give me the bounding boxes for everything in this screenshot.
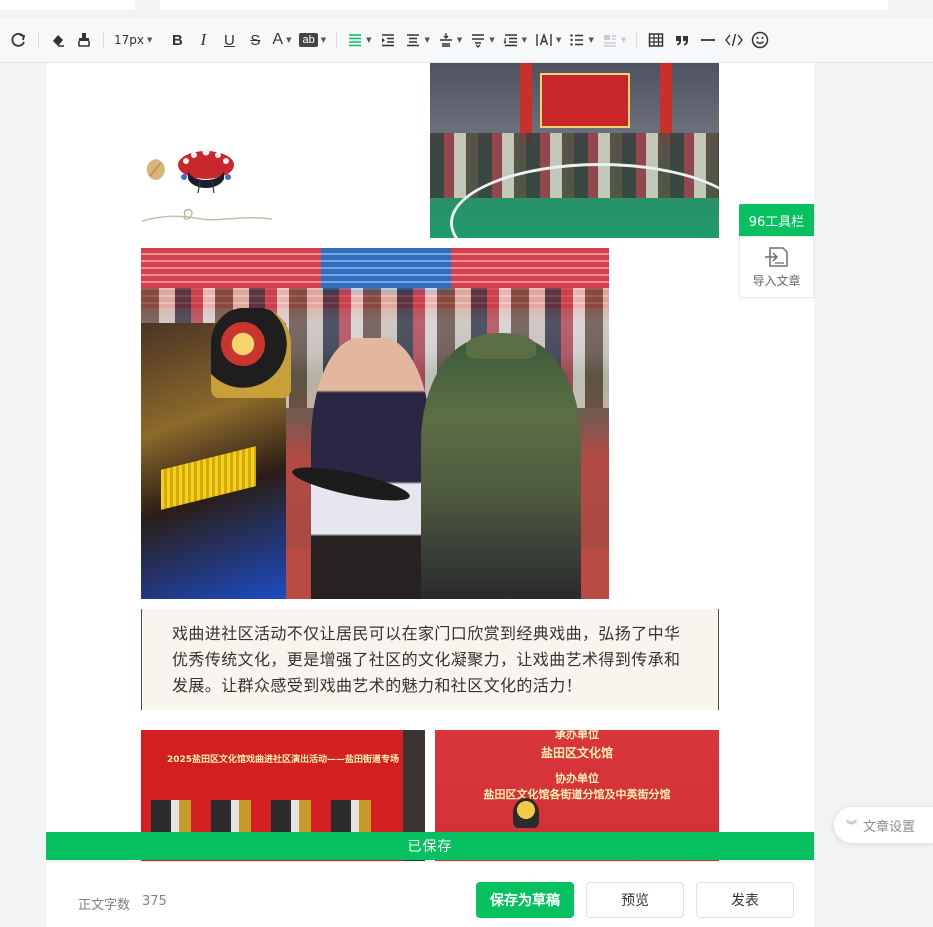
clear-format-icon[interactable] — [47, 27, 69, 53]
editor-footer: 正文字数 375 保存为草稿 预览 发表 — [46, 861, 814, 927]
army-cap — [466, 333, 536, 359]
font-color-dropdown[interactable]: A ▼ — [270, 27, 293, 53]
opera-mask-decoration-icon — [141, 148, 273, 222]
banner-line: 协办单位 — [555, 772, 599, 785]
font-size-dropdown[interactable]: 17px ▼ — [112, 27, 154, 53]
banner-line: 盐田区文化馆各街道分馆及中英街分馆 — [483, 788, 671, 801]
chevron-down-icon: ▼ — [489, 36, 495, 44]
top-tab-strip — [0, 0, 933, 18]
chevron-down-icon: ▼ — [456, 36, 463, 44]
underline-button[interactable]: U — [218, 27, 240, 53]
stage-backdrop — [540, 73, 630, 128]
publish-button[interactable]: 发表 — [696, 882, 794, 918]
banner-line: 盐田区文化馆 — [540, 746, 613, 760]
redo-icon[interactable] — [8, 27, 30, 53]
indent-icon[interactable] — [377, 27, 399, 53]
toolbar-divider — [636, 31, 638, 49]
divider-icon[interactable] — [697, 27, 719, 53]
list-dropdown[interactable]: ▼ — [567, 27, 595, 53]
align-dropdown[interactable]: ▼ — [345, 27, 373, 53]
import-article-button[interactable]: 导入文章 — [739, 236, 814, 298]
align-center-icon — [407, 34, 420, 47]
article-photo-performance-stage[interactable] — [430, 63, 719, 238]
format-painter-icon[interactable] — [73, 27, 95, 53]
quote-text: 戏曲进社区活动不仅让居民可以在家门口欣赏到经典戏曲，弘扬了中华优秀传统文化，更是… — [172, 624, 681, 695]
letter-spacing-dropdown[interactable]: ▼ — [533, 27, 563, 53]
stage-pillar — [520, 63, 532, 143]
article-settings-label: 文章设置 — [863, 819, 916, 835]
banner-title: 2025盐田区文化馆戏曲进社区演出活动——盐田街道专场 — [166, 755, 400, 765]
chevron-down-icon: ▼ — [147, 36, 153, 44]
save-draft-button[interactable]: 保存为草稿 — [476, 882, 574, 918]
vertical-align-icon — [439, 33, 452, 47]
opera-headdress — [211, 308, 291, 398]
editor-canvas[interactable]: 戏曲进社区活动不仅让居民可以在家门口欣赏到经典戏曲，弘扬了中华优秀传统文化，更是… — [46, 63, 814, 927]
background-color-icon: ab — [299, 33, 318, 47]
performer-crown — [513, 798, 539, 828]
chevron-down-icon: ▼ — [286, 36, 292, 44]
align-left-icon — [349, 34, 362, 47]
stage-pillar — [660, 63, 672, 143]
import-article-label: 导入文章 — [752, 273, 801, 288]
image-layout-dropdown: ▼ — [600, 27, 628, 53]
top-title-area — [160, 0, 888, 10]
article-photo-performer-with-residents[interactable] — [141, 248, 609, 599]
editor-toolbar: 17px ▼ B I U S A ▼ ab ▼ ▼ ▼ ▼ ▼ ▼ ▼ ▼ ▼ — [0, 18, 933, 63]
elderly-man — [421, 338, 581, 599]
top-tab-left — [0, 0, 135, 10]
import-document-icon — [764, 246, 788, 267]
chevron-down-icon: ▼ — [521, 36, 528, 44]
stadium-seats-blue — [321, 248, 451, 293]
paragraph-spacing-dropdown[interactable]: ▼ — [501, 27, 529, 53]
strikethrough-button[interactable]: S — [244, 27, 266, 53]
background-color-dropdown[interactable]: ab ▼ — [297, 27, 328, 53]
align-center-dropdown[interactable]: ▼ — [403, 27, 431, 53]
font-color-icon: A — [272, 31, 284, 48]
italic-button[interactable]: I — [192, 27, 214, 53]
preview-button[interactable]: 预览 — [586, 882, 684, 918]
double-chevron-down-icon: ︾ — [846, 819, 857, 832]
chevron-down-icon: ▼ — [320, 36, 327, 44]
banner-line: 承办单位 — [555, 730, 599, 741]
toolbar-divider — [336, 31, 338, 49]
font-size-value: 17px — [114, 33, 144, 47]
vertical-align-dropdown[interactable]: ▼ — [436, 27, 464, 53]
paragraph-spacing-icon — [503, 34, 517, 47]
quote-icon[interactable] — [671, 27, 693, 53]
bold-button[interactable]: B — [166, 27, 188, 53]
code-icon[interactable] — [723, 27, 745, 53]
toolbar-divider — [38, 31, 39, 49]
chevron-down-icon: ▼ — [620, 36, 627, 44]
word-count-label: 正文字数 — [78, 898, 131, 913]
chevron-down-icon: ▼ — [588, 36, 594, 44]
letter-spacing-icon — [536, 32, 552, 46]
image-layout-icon — [603, 35, 616, 47]
saved-toast: 已保存 — [46, 832, 814, 860]
emoji-icon[interactable] — [749, 27, 771, 53]
quote-block[interactable]: 戏曲进社区活动不仅让居民可以在家门口欣赏到经典戏曲，弘扬了中华优秀传统文化，更是… — [141, 609, 719, 710]
chevron-down-icon: ▼ — [424, 36, 430, 44]
chevron-down-icon: ▼ — [556, 36, 562, 44]
toolbar-96-tab[interactable]: 96工具栏 — [739, 204, 814, 236]
table-icon[interactable] — [645, 27, 667, 53]
list-icon — [570, 34, 584, 46]
article-settings-button[interactable]: ︾ 文章设置 — [834, 807, 933, 843]
chevron-down-icon: ▼ — [366, 36, 372, 44]
line-spacing-dropdown[interactable]: ▼ — [468, 27, 496, 53]
word-count-value: 375 — [142, 894, 167, 909]
line-spacing-icon — [472, 34, 485, 48]
toolbar-divider — [103, 31, 104, 49]
